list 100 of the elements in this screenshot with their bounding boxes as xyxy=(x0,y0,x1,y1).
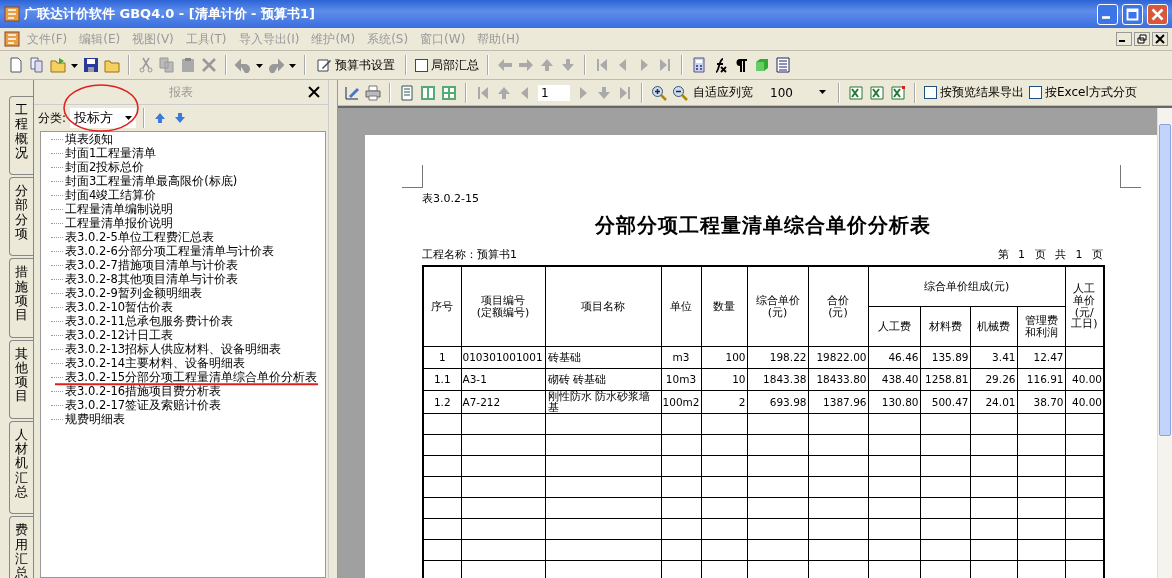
arrow-left-icon[interactable] xyxy=(497,57,513,73)
first-icon[interactable] xyxy=(475,84,491,101)
tree-item[interactable]: 表3.0.2-14主要材料、设备明细表 xyxy=(65,357,246,369)
documents-icon[interactable] xyxy=(29,57,45,73)
column-header: 机械费 xyxy=(970,306,1017,347)
tree-item[interactable]: 封面4竣工结算价 xyxy=(65,189,157,201)
maximize-button[interactable] xyxy=(1122,3,1143,25)
tree-item[interactable]: 规费明细表 xyxy=(65,413,125,425)
side-tab[interactable]: 人材机汇总 xyxy=(9,420,33,515)
table-cell: A7-212 xyxy=(461,390,545,414)
table-cell: 10m3 xyxy=(661,368,701,391)
cube-icon[interactable] xyxy=(754,57,770,73)
close-icon xyxy=(1150,6,1165,22)
paragraph-icon[interactable] xyxy=(733,57,749,73)
tree-item[interactable]: 表3.0.2-12计日工表 xyxy=(65,329,174,341)
table-cell: 1843.38 xyxy=(747,368,808,391)
project-name: 工程名称：预算书1 xyxy=(422,247,517,262)
arrow-up-icon[interactable] xyxy=(539,57,555,73)
tree-item[interactable]: 封面2投标总价 xyxy=(65,161,145,173)
splitter[interactable] xyxy=(328,80,338,578)
minimize-icon xyxy=(1119,40,1125,42)
checkbox[interactable]: 局部汇总 xyxy=(415,56,479,74)
zoom-in-icon[interactable] xyxy=(651,84,667,101)
close-button[interactable] xyxy=(1152,32,1168,46)
tree-item[interactable]: 表3.0.2-8其他项目清单与计价表 xyxy=(65,273,238,285)
tree-item[interactable]: 表3.0.2-5单位工程费汇总表 xyxy=(65,231,214,243)
minimize-button[interactable] xyxy=(1116,32,1132,46)
spreadsheet-icon[interactable] xyxy=(869,84,885,101)
close-icon xyxy=(1154,34,1166,44)
tree-item[interactable]: 表3.0.2-6分部分项工程量清单与计价表 xyxy=(65,245,274,257)
four-pages-icon[interactable] xyxy=(441,84,457,101)
table-cell: 刚性防水 防水砂浆墙基 xyxy=(545,390,661,414)
first-icon[interactable] xyxy=(594,57,610,73)
window-title: 广联达计价软件 GBQ4.0 - [清单计价 - 预算书1] xyxy=(24,5,315,23)
folder-icon[interactable] xyxy=(50,57,66,73)
tree-item[interactable]: 封面3工程量清单最高限价(标底) xyxy=(65,175,238,187)
calculator-icon[interactable] xyxy=(691,57,707,73)
table-cell: 1387.96 xyxy=(808,390,868,414)
restore-button[interactable] xyxy=(1134,32,1150,46)
tree-item[interactable]: 工程量清单报价说明 xyxy=(65,217,173,229)
copy-icon[interactable] xyxy=(159,57,175,73)
tree-item[interactable]: 表3.0.2-13招标人供应材料、设备明细表 xyxy=(65,343,282,355)
column-header: 序号 xyxy=(423,266,461,347)
tree-item[interactable]: 表3.0.2-9暂列金额明细表 xyxy=(65,287,202,299)
column-header: 数量 xyxy=(701,266,747,347)
tree-item[interactable]: 表3.0.2-15分部分项工程量清单综合单价分析表 xyxy=(65,371,318,383)
two-pages-icon[interactable] xyxy=(420,84,436,101)
list-icon[interactable] xyxy=(775,57,791,73)
last-icon[interactable] xyxy=(617,84,633,101)
down-icon[interactable] xyxy=(596,84,612,101)
page-field[interactable]: 1 xyxy=(538,84,570,101)
document-icon[interactable] xyxy=(8,57,24,73)
tree-item[interactable]: 工程量清单编制说明 xyxy=(65,203,173,215)
arrow-down-icon[interactable] xyxy=(560,57,576,73)
column-header: 综合单价 (元) xyxy=(747,266,808,347)
report-title: 分部分项工程量清单综合单价分析表 xyxy=(593,212,932,239)
last-icon[interactable] xyxy=(657,57,673,73)
chart-edit-icon[interactable] xyxy=(344,84,360,101)
tree-item[interactable]: 表3.0.2-11总承包服务费计价表 xyxy=(65,315,234,327)
crop-mark xyxy=(402,165,423,188)
checkbox[interactable]: 按预览结果导出 xyxy=(924,84,1024,101)
side-tab[interactable]: 措施项目 xyxy=(9,258,33,338)
table-cell: 砖基础 xyxy=(545,346,661,369)
settings-button[interactable]: 预算书设置 xyxy=(314,56,397,74)
caret-icon xyxy=(125,115,133,121)
clipboard-icon[interactable] xyxy=(180,57,196,73)
zoom-out-icon[interactable] xyxy=(672,84,688,101)
side-tab[interactable]: 工程概况 xyxy=(9,96,33,176)
fit-width-label: 自适应列宽 xyxy=(693,84,753,101)
tree-item[interactable]: 表3.0.2-17签证及索赔计价表 xyxy=(65,399,222,411)
checkbox[interactable]: 按Excel方式分页 xyxy=(1029,84,1137,101)
redo-icon[interactable] xyxy=(268,57,284,73)
save-icon[interactable] xyxy=(83,57,99,73)
folder-icon[interactable] xyxy=(104,57,120,73)
side-tab[interactable]: 费用汇总 xyxy=(9,516,33,578)
arrow-right-icon[interactable] xyxy=(518,57,534,73)
tree-item[interactable]: 表3.0.2-16措施项目费分析表 xyxy=(65,385,222,397)
tree-item[interactable]: 表3.0.2-10暂估价表 xyxy=(65,301,174,313)
scissors-icon[interactable] xyxy=(138,57,154,73)
tree-item[interactable]: 封面1工程量清单 xyxy=(65,147,157,159)
delete-icon[interactable] xyxy=(201,57,217,73)
tree-item[interactable]: 表3.0.2-7措施项目清单与计价表 xyxy=(65,259,238,271)
close-icon[interactable] xyxy=(308,86,320,98)
spreadsheet-icon[interactable] xyxy=(890,84,906,101)
column-header: 项目名称 xyxy=(545,266,661,347)
undo-icon[interactable] xyxy=(235,57,251,73)
category-dropdown[interactable]: 投标方 xyxy=(70,108,137,128)
table-cell: 1.1 xyxy=(423,368,461,391)
caret-icon xyxy=(819,90,826,95)
page-icon[interactable] xyxy=(399,84,415,101)
tree-item[interactable]: 填表须知 xyxy=(65,133,113,145)
printer-icon[interactable] xyxy=(365,84,381,101)
scrollbar[interactable] xyxy=(1157,108,1172,578)
table-cell: 19822.00 xyxy=(808,346,868,369)
column-group-header: 综合单价组成(元) xyxy=(868,266,1066,307)
spreadsheet-icon[interactable] xyxy=(848,84,864,101)
table-number: 表3.0.2-15 xyxy=(422,191,480,206)
side-tab[interactable]: 其他项目 xyxy=(9,339,33,419)
side-tab[interactable]: 分部分项 xyxy=(9,177,33,257)
table-cell: 500.47 xyxy=(920,390,970,414)
